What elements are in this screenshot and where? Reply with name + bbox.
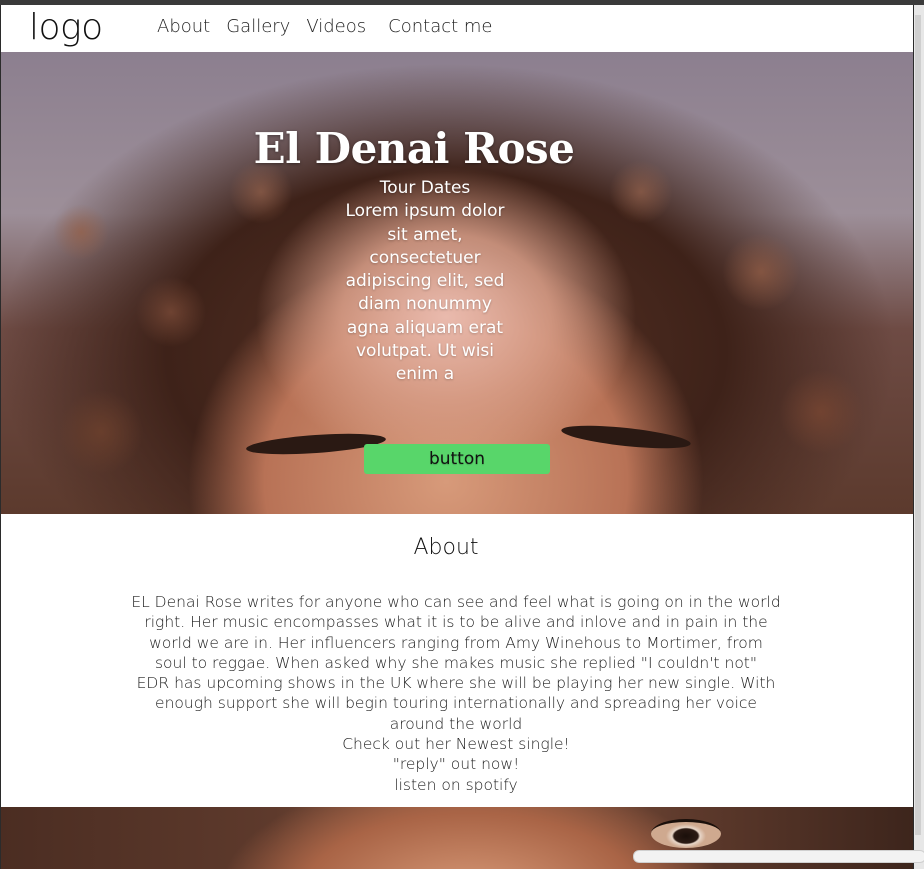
nav-link-gallery[interactable]: Gallery	[226, 16, 290, 37]
about-paragraph: Check out her Newest single!	[342, 735, 570, 754]
nav-link-videos[interactable]: Videos	[306, 16, 366, 37]
logo[interactable]: logo	[29, 7, 103, 48]
vertical-scrollbar[interactable]	[914, 5, 924, 869]
about-paragraph: EDR has upcoming shows in the UK where s…	[136, 674, 776, 733]
navbar: logo About Gallery Videos Contact me	[1, 5, 913, 52]
nav-links: About Gallery Videos Contact me	[157, 16, 493, 37]
nav-link-about[interactable]: About	[157, 16, 210, 37]
horizontal-scrollbar[interactable]	[633, 850, 924, 863]
about-paragraph: EL Denai Rose writes for anyone who can …	[131, 593, 781, 672]
about-heading: About	[413, 535, 479, 560]
hero-title: El Denai Rose	[253, 124, 575, 173]
hero-button[interactable]: button	[364, 444, 550, 474]
scrollbar-thumb[interactable]	[915, 15, 921, 835]
hero-text-block: Tour Dates Lorem ipsum dolor sit amet, c…	[335, 177, 515, 387]
hero-subtitle: Tour Dates	[379, 178, 471, 198]
about-paragraph[interactable]: listen on spotify	[131, 775, 781, 795]
gallery-image-detail	[651, 819, 721, 848]
nav-link-contact[interactable]: Contact me	[388, 16, 492, 37]
about-paragraph: "reply" out now!	[392, 755, 520, 774]
hero-description: Lorem ipsum dolor sit amet, consectetuer…	[345, 201, 505, 385]
about-text: EL Denai Rose writes for anyone who can …	[131, 592, 781, 795]
hero-section: El Denai Rose Tour Dates Lorem ipsum dol…	[1, 52, 913, 514]
page: logo About Gallery Videos Contact me El …	[1, 5, 913, 869]
